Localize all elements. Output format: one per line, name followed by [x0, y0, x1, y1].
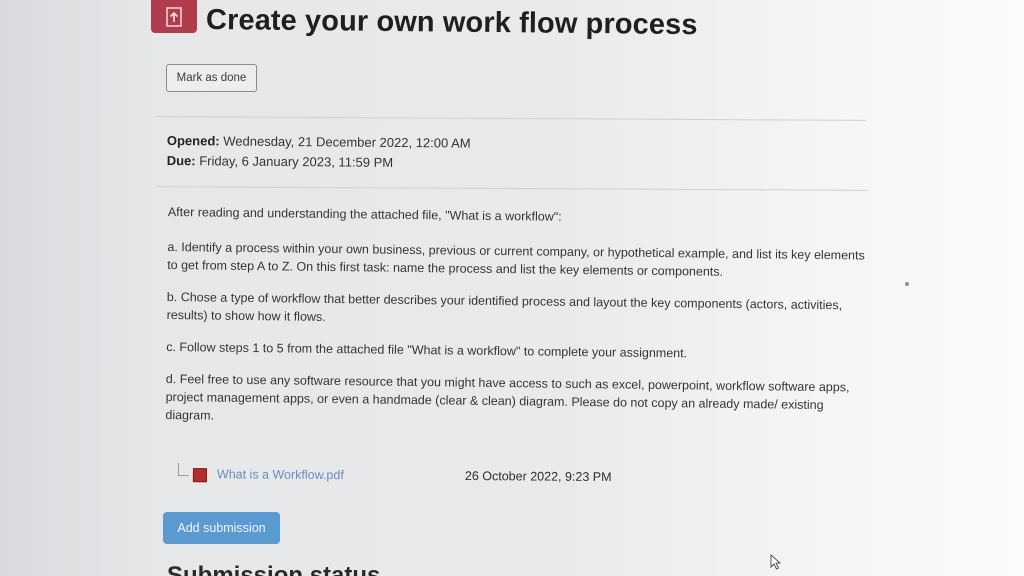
description-item: b. Chose a type of workflow that better …	[166, 289, 843, 324]
description-item: d. Feel free to use any software resourc…	[165, 371, 850, 423]
attachment-file-link[interactable]: What is a Workflow.pdf	[217, 467, 344, 482]
description-intro: After reading and understanding the atta…	[167, 204, 562, 224]
attachment-row: What is a Workflow.pdf 26 October 2022, …	[177, 463, 638, 489]
activity-dates: Opened: Wednesday, 21 December 2022, 12:…	[167, 131, 471, 174]
scroll-indicator	[905, 282, 909, 286]
due-value: Friday, 6 January 2023, 11:59 PM	[199, 153, 394, 170]
divider	[156, 186, 868, 191]
attachment-date: 26 October 2022, 9:23 PM	[464, 469, 612, 485]
mouse-pointer-icon	[770, 553, 782, 575]
tree-connector	[177, 463, 190, 477]
page-title: Create your own work flow process	[205, 4, 698, 42]
opened-label: Opened:	[166, 132, 220, 149]
add-submission-button[interactable]: Add submission	[163, 512, 280, 544]
opened-date-row: Opened: Wednesday, 21 December 2022, 12:…	[167, 131, 471, 154]
upload-document-icon	[166, 6, 182, 27]
assignment-description: After reading and understanding the atta…	[165, 203, 868, 433]
submission-status-heading: Submission status	[167, 562, 381, 576]
opened-value: Wednesday, 21 December 2022, 12:00 AM	[223, 133, 471, 151]
assignment-upload-icon	[151, 0, 197, 33]
divider	[156, 116, 866, 121]
assignment-page: Create your own work flow process Mark a…	[0, 0, 1024, 576]
due-date-row: Due: Friday, 6 January 2023, 11:59 PM	[167, 151, 471, 174]
due-label: Due:	[166, 152, 196, 169]
mark-as-done-button[interactable]: Mark as done	[166, 64, 257, 92]
description-item: a. Identify a process within your own bu…	[167, 239, 865, 279]
description-item: c. Follow steps 1 to 5 from the attached…	[166, 339, 688, 361]
pdf-file-icon	[192, 468, 207, 483]
